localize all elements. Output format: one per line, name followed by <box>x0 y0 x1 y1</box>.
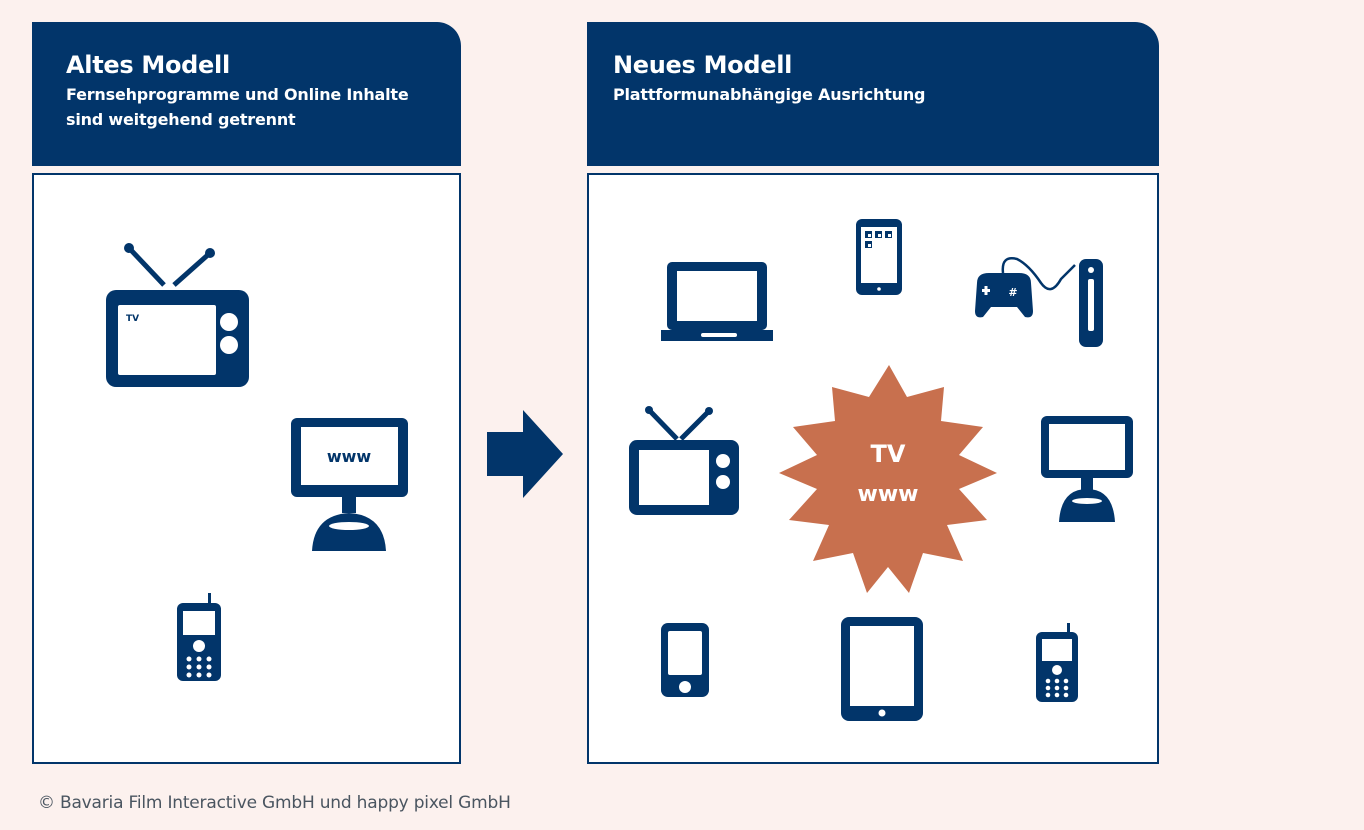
tv-icon <box>629 406 739 515</box>
game-console-icon: # <box>975 257 1103 347</box>
old-model-panel: TV www <box>32 173 461 764</box>
new-model-title: Neues Modell <box>613 51 793 79</box>
old-model-subtitle: Fernsehprogramme und Online Inhalte sind… <box>66 81 427 133</box>
computer-monitor-icon <box>1041 416 1133 522</box>
music-player-icon <box>661 623 709 697</box>
mobile-phone-icon <box>1036 623 1078 702</box>
old-model-title: Altes Modell <box>66 51 230 79</box>
new-model-illustration: # TV www <box>629 219 1133 721</box>
new-model-panel: # TV www <box>587 173 1159 764</box>
tv-icon: TV <box>106 243 249 387</box>
copyright-text: © Bavaria Film Interactive GmbH und happ… <box>38 793 511 813</box>
old-model-header: Altes Modell Fernsehprogramme und Online… <box>32 22 461 166</box>
burst-label-tv: TV <box>871 440 906 468</box>
svg-text:#: # <box>1008 286 1017 299</box>
laptop-icon <box>661 262 773 341</box>
old-model-illustration: TV www <box>106 243 408 681</box>
arrow-right-icon <box>487 410 563 498</box>
new-model-subtitle: Plattformunabhängige Ausrichtung <box>613 85 926 104</box>
old-model-subtitle-line1: Fernsehprogramme und Online Inhalte <box>66 85 409 104</box>
tablet-icon <box>841 617 923 721</box>
smartphone-icon <box>856 219 902 295</box>
mobile-phone-icon <box>177 593 221 681</box>
tv-screen-label: TV <box>126 314 139 324</box>
computer-monitor-icon: www <box>291 418 408 551</box>
new-model-header: Neues Modell Plattformunabhängige Ausric… <box>587 22 1159 166</box>
burst-label-www: www <box>858 482 919 507</box>
old-model-subtitle-line2: sind weitgehend getrennt <box>66 110 296 129</box>
tv-www-burst: TV www <box>779 365 997 593</box>
monitor-screen-label: www <box>327 447 372 466</box>
